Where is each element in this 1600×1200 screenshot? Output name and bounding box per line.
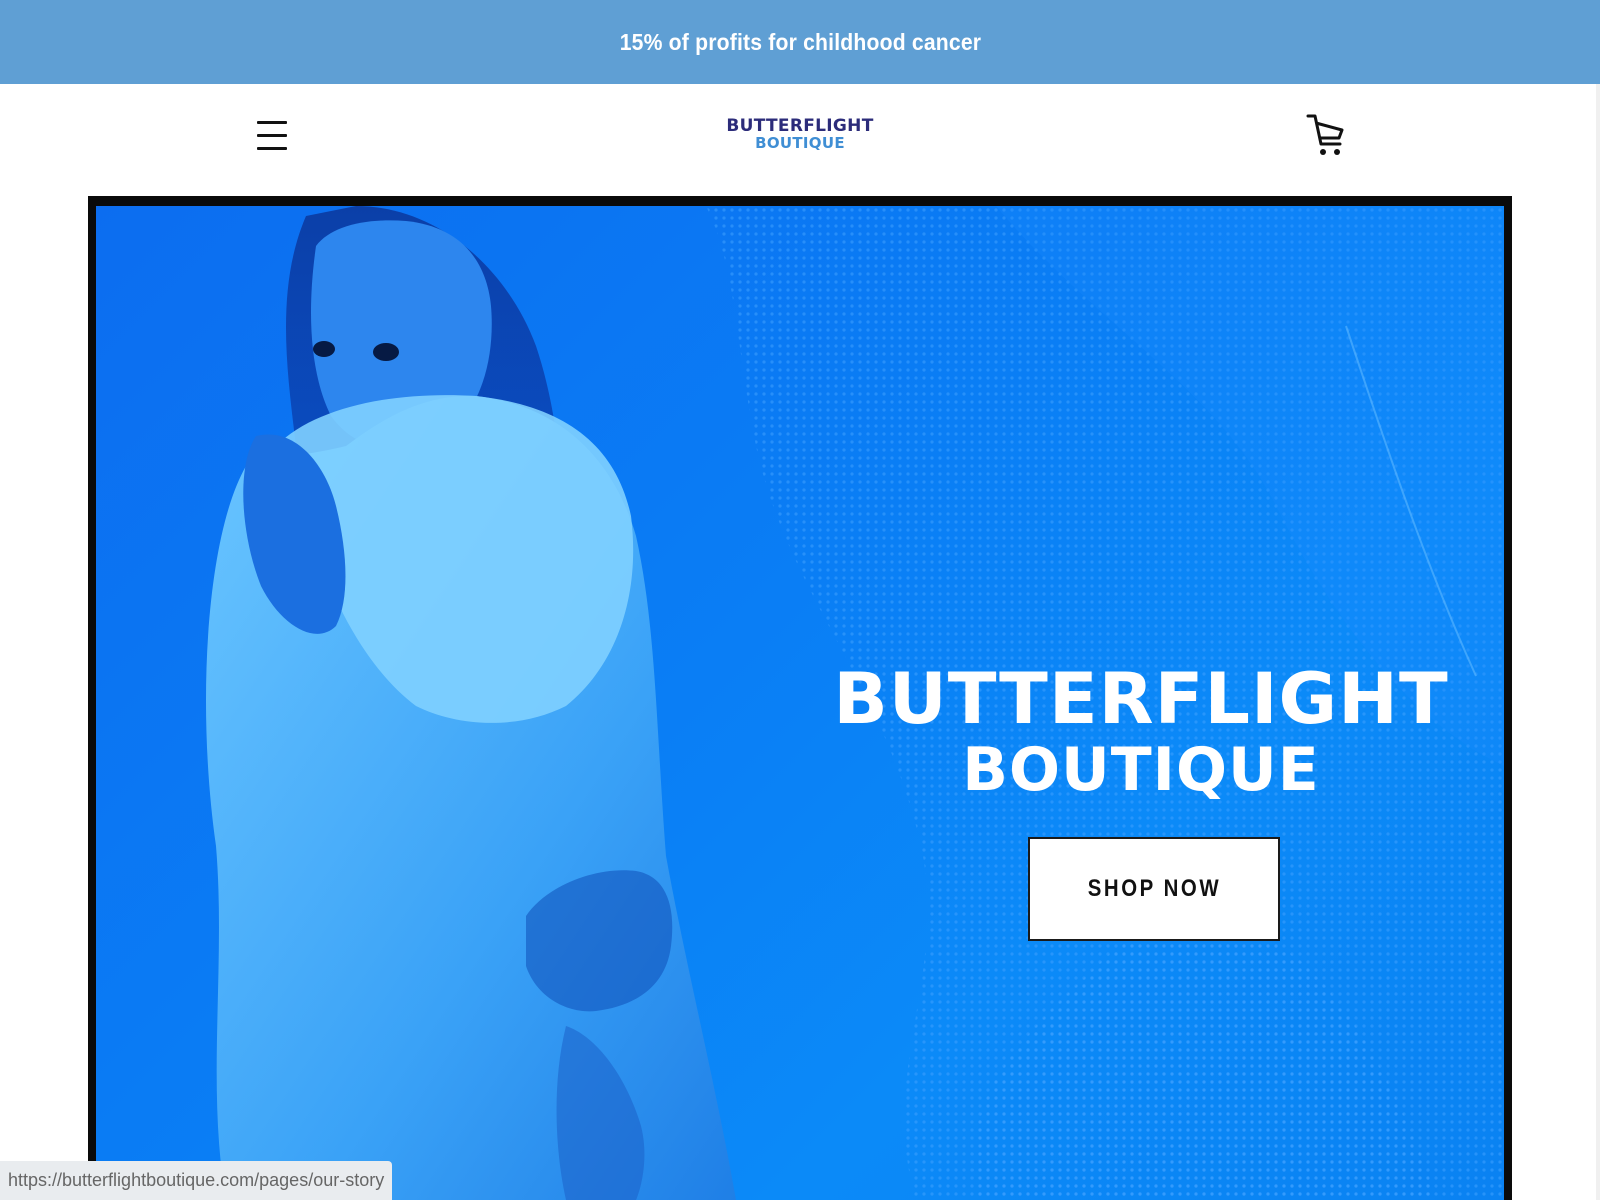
site-logo[interactable]: BUTTERFLIGHT BOUTIQUE <box>700 118 900 162</box>
hero-banner[interactable]: BUTTERFLIGHT BOUTIQUE SHOP NOW <box>96 206 1504 1200</box>
hero-title-line1: BUTTERFLIGHT <box>833 658 1449 740</box>
page-scrollbar[interactable] <box>1596 84 1600 1200</box>
shopping-cart-icon[interactable] <box>1306 110 1346 160</box>
site-header: BUTTERFLIGHT BOUTIQUE <box>0 84 1600 196</box>
hero-title-line2: BOUTIQUE <box>962 735 1320 805</box>
hero-frame: BUTTERFLIGHT BOUTIQUE SHOP NOW <box>88 196 1512 1200</box>
announcement-bar: 15% of profits for childhood cancer <box>0 0 1600 84</box>
shop-now-button[interactable]: SHOP NOW <box>1028 837 1280 941</box>
announcement-text: 15% of profits for childhood cancer <box>619 28 981 55</box>
hamburger-menu-icon[interactable] <box>252 114 292 158</box>
logo-line2: BOUTIQUE <box>755 134 845 152</box>
logo-line1: BUTTERFLIGHT <box>726 116 874 136</box>
shop-now-label: SHOP NOW <box>1087 875 1221 902</box>
status-bar-url: https://butterflightboutique.com/pages/o… <box>0 1161 393 1200</box>
hero-title: BUTTERFLIGHT BOUTIQUE <box>831 664 1451 800</box>
